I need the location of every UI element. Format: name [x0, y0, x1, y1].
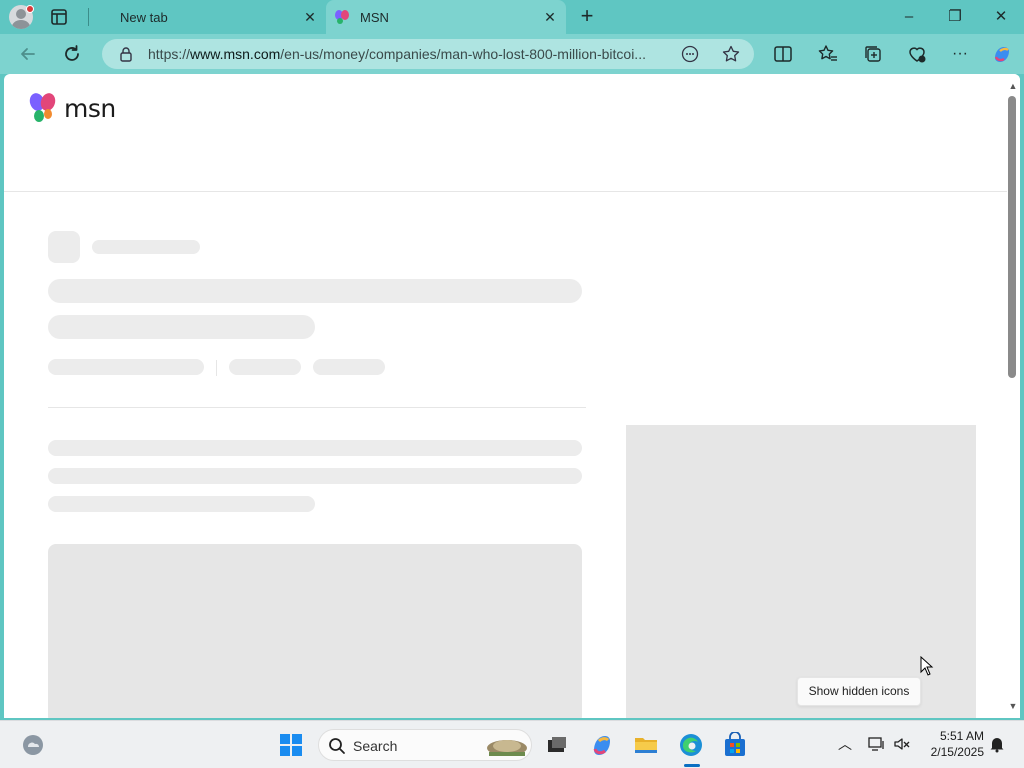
volume-icon[interactable]: [893, 735, 911, 753]
mouse-cursor-icon: [920, 656, 934, 676]
skeleton-title-line: [48, 315, 315, 339]
system-clock[interactable]: 5:51 AM 2/15/2025: [920, 728, 984, 760]
avatar-shoulders: [12, 20, 30, 29]
tab-new-tab[interactable]: New tab ✕: [90, 0, 326, 34]
taskbar-search[interactable]: Search: [318, 729, 532, 761]
split-screen-icon[interactable]: [772, 43, 794, 65]
network-icon[interactable]: [867, 735, 885, 753]
read-aloud-icon[interactable]: [680, 44, 700, 64]
url-prefix: https://: [148, 46, 191, 62]
msn-favicon-icon: [335, 10, 349, 24]
show-hidden-icons-tooltip: Show hidden icons: [797, 677, 921, 706]
close-icon[interactable]: ✕: [542, 9, 558, 25]
tab-title: MSN: [360, 9, 389, 25]
favorites-icon[interactable]: [817, 43, 839, 65]
copilot-icon[interactable]: [589, 732, 615, 758]
header-divider: [4, 191, 1007, 192]
url-domain: www.msn.com: [190, 46, 281, 62]
file-explorer-icon[interactable]: [633, 732, 659, 758]
store-icon[interactable]: [722, 732, 748, 758]
meta-separator: [216, 360, 217, 376]
chevron-up-icon[interactable]: ︿: [836, 735, 854, 753]
favorite-star-icon[interactable]: [721, 44, 741, 64]
msn-logo[interactable]: msn: [28, 92, 116, 124]
skeleton-title-line: [48, 279, 582, 303]
search-label: Search: [353, 738, 398, 754]
skeleton-body-line: [48, 496, 315, 512]
clock-time: 5:51 AM: [939, 729, 984, 743]
tab-strip: New tab ✕ MSN ✕ + – ❐ ✕: [0, 0, 1024, 34]
search-icon: [329, 738, 345, 754]
minimize-button[interactable]: –: [894, 4, 924, 30]
skeleton-meta: [229, 359, 301, 375]
close-icon[interactable]: ✕: [302, 9, 318, 25]
msn-butterfly-icon: [29, 93, 56, 122]
collections-icon[interactable]: [862, 43, 884, 65]
lock-icon[interactable]: [118, 46, 134, 62]
skeleton-meta: [313, 359, 385, 375]
skeleton-meta: [48, 359, 204, 375]
copilot-icon[interactable]: [991, 43, 1013, 65]
scroll-down-icon[interactable]: ▼: [1007, 700, 1019, 712]
skeleton-image: [48, 544, 582, 718]
notification-icon[interactable]: [988, 735, 1006, 753]
scroll-up-icon[interactable]: ▲: [1007, 80, 1019, 92]
skeleton-body-line: [48, 440, 582, 456]
web-page: msn ▲ ▼ Show hidden icons: [4, 74, 1020, 718]
more-icon[interactable]: ···: [949, 43, 971, 65]
profile-notification-dot: [26, 5, 34, 13]
back-icon[interactable]: [17, 43, 39, 65]
search-highlight-image-icon: [487, 740, 527, 756]
tab-separator: [88, 8, 89, 26]
new-tab-button[interactable]: +: [576, 5, 598, 28]
skeleton-provider-name: [92, 240, 200, 254]
tab-msn[interactable]: MSN ✕: [326, 0, 566, 34]
windows-taskbar: Search ︿ 5:51 AM 2/15/2025: [0, 720, 1024, 768]
tab-actions-icon[interactable]: [50, 8, 68, 26]
tab-title: New tab: [120, 9, 168, 25]
restore-button[interactable]: ❐: [940, 4, 970, 30]
msn-logo-text: msn: [64, 93, 116, 123]
url-path: /en-us/money/companies/man-who-lost-800-…: [280, 46, 646, 62]
avatar-head: [16, 9, 26, 19]
skeleton-body-line: [48, 468, 582, 484]
task-view-icon[interactable]: [544, 732, 570, 758]
browser-toolbar: https://www.msn.com/en-us/money/companie…: [0, 34, 1024, 74]
refresh-icon[interactable]: [61, 43, 83, 65]
edge-icon[interactable]: [678, 732, 704, 758]
browser-essentials-icon[interactable]: [906, 43, 928, 65]
url-text[interactable]: https://www.msn.com/en-us/money/companie…: [148, 46, 678, 62]
close-window-button[interactable]: ✕: [986, 4, 1016, 30]
skeleton-provider-logo: [48, 231, 80, 263]
address-bar[interactable]: https://www.msn.com/en-us/money/companie…: [102, 39, 754, 69]
scrollbar-thumb[interactable]: [1008, 96, 1016, 378]
clock-date: 2/15/2025: [930, 745, 984, 759]
edge-running-indicator: [684, 764, 700, 767]
weather-widget-icon[interactable]: [20, 732, 46, 758]
article-divider: [48, 407, 586, 408]
start-icon[interactable]: [278, 732, 304, 758]
